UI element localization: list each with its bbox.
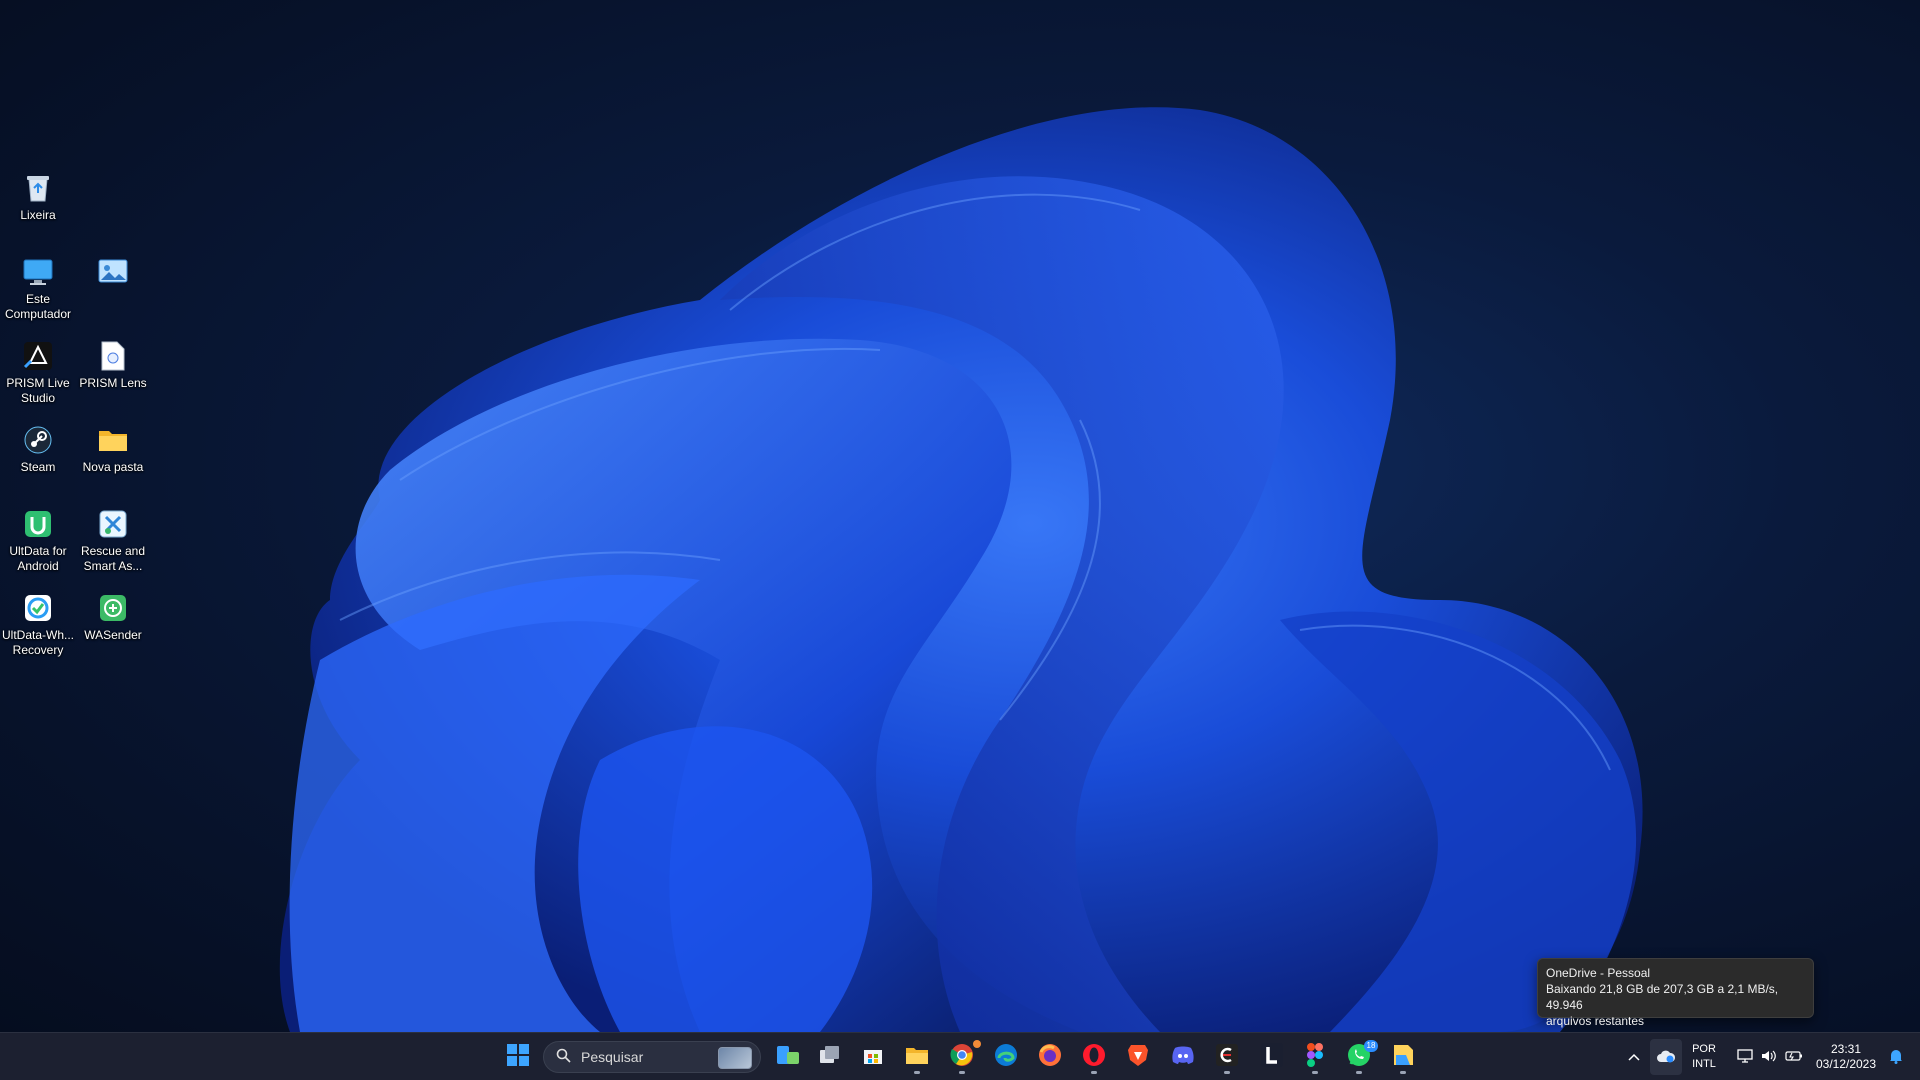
- taskbar-brave[interactable]: [1118, 1039, 1158, 1075]
- desktop-wallpaper: [0, 0, 1920, 1032]
- prism-lens-icon: [97, 340, 129, 372]
- input-language-indicator[interactable]: POR INTL: [1686, 1033, 1722, 1080]
- taskbar-sticky-app[interactable]: [1383, 1039, 1423, 1075]
- desktop-icon-label: UltData for Android: [9, 544, 67, 573]
- desktop-icon-this-pc[interactable]: Este Computador: [0, 256, 76, 322]
- desktop-icon-prism-lens[interactable]: PRISM Lens: [75, 340, 151, 391]
- task-view-icon: [819, 1045, 841, 1070]
- start-button[interactable]: [498, 1039, 538, 1075]
- edge-icon: [994, 1043, 1018, 1072]
- desktop-icon-label: Steam: [20, 460, 56, 474]
- windows-start-icon: [507, 1043, 529, 1071]
- whatsapp-badge: 18: [1364, 1040, 1378, 1052]
- taskbar-search-box[interactable]: Pesquisar: [543, 1041, 761, 1073]
- bell-icon: [1889, 1048, 1903, 1067]
- desktop-icon-recycle-bin[interactable]: Lixeira: [0, 172, 76, 223]
- search-icon: [556, 1048, 571, 1066]
- tooltip-line-1: Baixando 21,8 GB de 207,3 GB a 2,1 MB/s,…: [1546, 982, 1779, 1012]
- taskbar: Pesquisar 18 POR INTL 23:31 03/12/2023: [0, 1032, 1920, 1080]
- steam-icon: [22, 424, 54, 456]
- desktop-icon-label: Rescue and Smart As...: [80, 544, 146, 573]
- running-indicator: [1400, 1071, 1406, 1074]
- image-app-icon: [97, 256, 129, 288]
- taskbar-figma[interactable]: [1295, 1039, 1335, 1075]
- file-explorer-icon: [905, 1045, 929, 1070]
- rescue-smart-icon: [97, 508, 129, 540]
- show-hidden-icons-button[interactable]: [1620, 1033, 1648, 1080]
- folder-icon: [97, 424, 129, 456]
- l-app-icon: [1261, 1042, 1283, 1072]
- running-indicator: [914, 1071, 920, 1074]
- store-icon: [862, 1044, 884, 1071]
- desktop-icon-label: Nova pasta: [82, 460, 144, 474]
- wasender-icon: [97, 592, 129, 624]
- search-placeholder: Pesquisar: [581, 1049, 644, 1065]
- clock-time: 23:31: [1830, 1042, 1862, 1056]
- notifications-button[interactable]: [1882, 1033, 1910, 1080]
- language-code: POR: [1692, 1043, 1716, 1055]
- desktop-icon-unnamed-shortcut[interactable]: [75, 256, 151, 292]
- volume-icon: [1761, 1049, 1777, 1066]
- chrome-badge: [973, 1040, 981, 1048]
- taskbar-discord[interactable]: [1163, 1039, 1203, 1075]
- taskbar-file-explorer[interactable]: [897, 1039, 937, 1075]
- desktop-icon-label: WASender: [84, 628, 142, 642]
- brave-icon: [1127, 1043, 1149, 1072]
- taskbar-task-view[interactable]: [810, 1039, 850, 1075]
- tooltip-line-2: arquivos restantes: [1546, 1014, 1645, 1028]
- recycle-bin-icon: [22, 172, 54, 204]
- battery-icon: [1785, 1050, 1803, 1065]
- taskbar-whatsapp[interactable]: 18: [1339, 1039, 1379, 1075]
- desktop-icon-ultdata-android[interactable]: UltData for Android: [0, 508, 76, 574]
- discord-icon: [1171, 1045, 1195, 1070]
- search-highlight-icon: [718, 1047, 752, 1069]
- keyboard-layout: INTL: [1692, 1058, 1716, 1070]
- desktop-icon-label: Lixeira: [20, 208, 56, 222]
- taskbar-widgets[interactable]: [768, 1039, 808, 1075]
- taskbar-store[interactable]: [853, 1039, 893, 1075]
- clock-date-button[interactable]: 23:31 03/12/2023: [1812, 1033, 1880, 1080]
- taskbar-edge[interactable]: [986, 1039, 1026, 1075]
- monitor-icon: [22, 256, 54, 288]
- desktop-icon-label: UltData-Wh... Recovery: [1, 628, 74, 657]
- desktop-icon-label: Este Computador: [4, 292, 72, 321]
- ultdata-whatsapp-icon: [22, 592, 54, 624]
- opera-icon: [1082, 1043, 1106, 1072]
- running-indicator: [959, 1071, 965, 1074]
- running-indicator: [1312, 1071, 1318, 1074]
- running-indicator: [1224, 1071, 1230, 1074]
- onedrive-tooltip: OneDrive - Pessoal Baixando 21,8 GB de 2…: [1537, 958, 1814, 1028]
- desktop-icon-wasender[interactable]: WASender: [75, 592, 151, 643]
- network-icon: [1737, 1048, 1753, 1066]
- taskbar-capcut[interactable]: [1207, 1039, 1247, 1075]
- chevron-up-icon: [1628, 1050, 1640, 1064]
- taskbar-chrome[interactable]: [942, 1039, 982, 1075]
- firefox-icon: [1038, 1043, 1062, 1072]
- chrome-icon: [950, 1043, 974, 1072]
- onedrive-tray-button[interactable]: [1650, 1039, 1682, 1075]
- desktop-icon-label: PRISM Live Studio: [6, 376, 70, 405]
- capcut-icon: [1215, 1043, 1239, 1072]
- desktop-icon-label: PRISM Lens: [79, 376, 147, 390]
- sticky-app-icon: [1392, 1044, 1414, 1071]
- running-indicator: [1091, 1071, 1097, 1074]
- taskbar-l-app[interactable]: [1252, 1039, 1292, 1075]
- desktop-icon-nova-pasta[interactable]: Nova pasta: [75, 424, 151, 475]
- prism-live-icon: [22, 340, 54, 372]
- widgets-icon: [776, 1044, 800, 1071]
- taskbar-opera[interactable]: [1074, 1039, 1114, 1075]
- desktop-icon-steam[interactable]: Steam: [0, 424, 76, 475]
- quick-settings-button[interactable]: [1728, 1033, 1812, 1080]
- clock-date: 03/12/2023: [1815, 1057, 1877, 1071]
- desktop-icon-ultdata-whatsapp[interactable]: UltData-Wh... Recovery: [0, 592, 76, 658]
- desktop-icon-prism-live-studio[interactable]: PRISM Live Studio: [0, 340, 76, 406]
- figma-icon: [1307, 1042, 1323, 1072]
- ultdata-android-icon: [22, 508, 54, 540]
- onedrive-sync-icon: [1656, 1049, 1676, 1066]
- taskbar-firefox[interactable]: [1030, 1039, 1070, 1075]
- desktop-icon-rescue-smart[interactable]: Rescue and Smart As...: [75, 508, 151, 574]
- running-indicator: [1356, 1071, 1362, 1074]
- tooltip-title: OneDrive - Pessoal: [1546, 966, 1651, 980]
